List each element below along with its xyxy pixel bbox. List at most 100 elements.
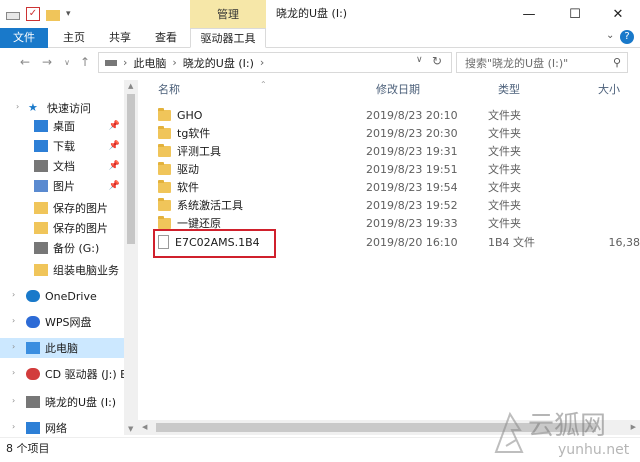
file-name: tg软件 (177, 127, 211, 140)
sidebar-item[interactable]: 下载 📌 (0, 136, 124, 156)
folder-icon (34, 264, 48, 276)
sidebar-item[interactable]: 组装电脑业务 (0, 260, 124, 280)
tab-file[interactable]: 文件 (0, 28, 48, 48)
file-row[interactable]: 软件 2019/8/23 19:54 文件夹 (152, 178, 640, 196)
address-bar[interactable]: › 此电脑 › 晓龙的U盘 (I:) › (98, 52, 452, 73)
expand-chevron-icon[interactable]: › (12, 290, 15, 299)
tab-view[interactable]: 查看 (144, 28, 188, 48)
contextual-tab-manage[interactable]: 管理 (190, 0, 266, 28)
minimize-button[interactable]: — (506, 0, 552, 28)
quick-access-dropdown-icon[interactable]: ▾ (66, 9, 71, 19)
file-type: 文件夹 (488, 181, 521, 194)
breadcrumb-this-pc[interactable]: 此电脑 (133, 55, 166, 71)
address-dropdown-icon[interactable]: ∨ (416, 55, 423, 65)
search-placeholder: 搜索"晓龙的U盘 (I:)" (465, 56, 569, 70)
sidebar-item[interactable]: 网络 (0, 418, 124, 435)
chevron-down-icon[interactable]: ⌄ (606, 30, 614, 41)
navigation-pane: ★ 快速访问 桌面 📌 下载 📌 文档 📌 图片 📌 保存的图片 保存的图片 备份 (G:) 组装电脑业务… (0, 80, 124, 435)
file-name: 系统激活工具 (177, 199, 243, 212)
ribbon-tabs (0, 28, 640, 48)
tab-home[interactable]: 主页 (52, 28, 96, 48)
sidebar-item[interactable]: 文档 📌 (0, 156, 124, 176)
folder-icon (34, 222, 48, 234)
tab-share[interactable]: 共享 (98, 28, 142, 48)
sidebar-item-label: 下载 (53, 140, 75, 153)
breadcrumb-separator-icon[interactable]: › (172, 56, 176, 69)
column-header-name[interactable]: 名称 (158, 81, 180, 99)
folder-icon (34, 202, 48, 214)
file-row[interactable]: GHO 2019/8/23 20:10 文件夹 (152, 106, 640, 124)
file-modified: 2019/8/23 19:31 (366, 144, 458, 158)
sidebar-item[interactable]: 晓龙的U盘 (I:) (0, 392, 124, 412)
sidebar-item[interactable]: OneDrive (0, 286, 124, 306)
file-type: 文件夹 (488, 217, 521, 230)
highlight-box (153, 229, 276, 258)
refresh-icon[interactable]: ↻ (432, 54, 442, 68)
file-name-cell: 系统激活工具 (152, 197, 366, 213)
file-row[interactable]: 驱动 2019/8/23 19:51 文件夹 (152, 160, 640, 178)
column-header-size[interactable]: 大小 (598, 81, 620, 99)
tab-drive-tools[interactable]: 驱动器工具 (190, 28, 266, 48)
breadcrumb-usb-drive[interactable]: 晓龙的U盘 (I:) (183, 55, 254, 71)
folder-icon (158, 215, 171, 229)
drive-icon[interactable] (6, 12, 20, 20)
expand-chevron-icon[interactable]: › (12, 396, 15, 405)
recent-locations-icon[interactable]: ∨ (58, 53, 76, 71)
forward-arrow-icon[interactable]: → (38, 53, 56, 71)
sidebar-item[interactable]: 图片 📌 (0, 176, 124, 196)
file-name-cell: 软件 (152, 179, 366, 195)
back-arrow-icon[interactable]: ← (16, 53, 34, 71)
file-row[interactable]: tg软件 2019/8/23 20:30 文件夹 (152, 124, 640, 142)
document-icon (34, 160, 48, 172)
file-modified: 2019/8/23 20:30 (366, 126, 458, 140)
file-name-cell: 评测工具 (152, 143, 366, 159)
search-input[interactable]: 搜索"晓龙的U盘 (I:)" ⚲ (456, 52, 628, 73)
sidebar-item[interactable]: 备份 (G:) (0, 238, 124, 258)
breadcrumb-separator-icon[interactable]: › (123, 56, 127, 69)
file-name: 驱动 (177, 163, 199, 176)
nav-scrollbar[interactable]: ▲ ▼ (124, 80, 138, 435)
file-modified: 2019/8/23 19:51 (366, 162, 458, 176)
folder-icon (158, 125, 171, 139)
sidebar-item[interactable]: CD 驱动器 (J:) BC (0, 364, 124, 384)
sidebar-item-label: 快速访问 (47, 102, 91, 115)
sidebar-item-label: WPS网盘 (45, 316, 92, 329)
expand-chevron-icon[interactable]: › (12, 368, 15, 377)
sidebar-item[interactable]: 桌面 📌 (0, 116, 124, 136)
usb-drive-icon (26, 396, 40, 408)
expand-chevron-icon[interactable]: › (16, 102, 19, 111)
pin-icon: 📌 (108, 141, 120, 151)
sidebar-item[interactable]: WPS网盘 (0, 312, 124, 332)
folder-icon (158, 161, 171, 175)
sidebar-item-label: OneDrive (45, 289, 97, 303)
sidebar-item[interactable]: 保存的图片 (0, 218, 124, 238)
expand-chevron-icon[interactable]: › (12, 342, 15, 351)
pin-icon: 📌 (108, 121, 120, 131)
sidebar-item-label: 备份 (G:) (53, 242, 100, 255)
file-type: 1B4 文件 (488, 236, 536, 249)
expand-chevron-icon[interactable]: › (12, 422, 15, 431)
quick-access-toolbar: ✓ ▾ (6, 5, 71, 23)
sidebar-item[interactable]: 保存的图片 (0, 198, 124, 218)
help-icon[interactable]: ? (620, 30, 634, 44)
breadcrumb-separator-icon[interactable]: › (260, 56, 264, 69)
column-header-modified[interactable]: 修改日期 (376, 81, 420, 99)
column-header-type[interactable]: 类型 (498, 81, 520, 99)
expand-chevron-icon[interactable]: › (12, 316, 15, 325)
pin-icon: 📌 (108, 181, 120, 191)
file-name-cell: tg软件 (152, 125, 366, 141)
folder-icon (158, 179, 171, 193)
file-row[interactable]: 系统激活工具 2019/8/23 19:52 文件夹 (152, 196, 640, 214)
file-row[interactable]: 评测工具 2019/8/23 19:31 文件夹 (152, 142, 640, 160)
file-type: 文件夹 (488, 163, 521, 176)
new-folder-icon[interactable] (46, 9, 60, 21)
maximize-button[interactable]: ☐ (552, 0, 598, 28)
close-button[interactable]: ✕ (596, 0, 640, 28)
file-size: 16,38 (608, 235, 640, 249)
network-icon (26, 422, 40, 434)
up-arrow-icon[interactable]: ↑ (76, 53, 94, 71)
sidebar-item[interactable]: 此电脑 (0, 338, 124, 358)
star-icon: ★ (28, 101, 38, 114)
file-name: 评测工具 (177, 145, 221, 158)
properties-check-icon[interactable]: ✓ (26, 7, 40, 21)
